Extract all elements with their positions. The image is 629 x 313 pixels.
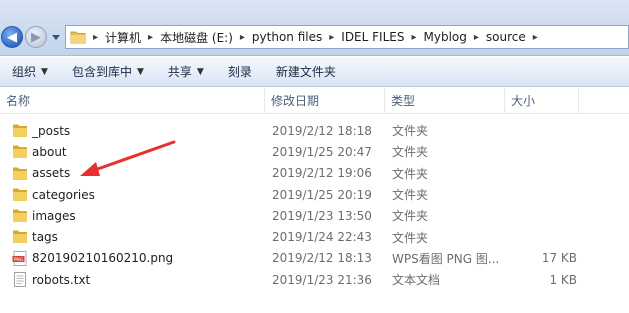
folder-icon: [13, 145, 27, 159]
png-file-icon: PNG: [12, 250, 27, 266]
file-type: WPS看图 PNG 图...: [392, 251, 500, 266]
file-type: 文件夹: [392, 166, 429, 181]
breadcrumb-python-files[interactable]: python files ▸: [248, 26, 337, 48]
folder-icon: [13, 230, 27, 244]
breadcrumb-separator-icon[interactable]: ▸: [145, 32, 156, 43]
navigation-bar: ◀ ▶ ▸ 计算机 ▸ 本地磁盘 (E:) ▸ python files ▸ I…: [0, 0, 629, 56]
file-name: robots.txt: [32, 272, 91, 287]
address-bar[interactable]: ▸ 计算机 ▸ 本地磁盘 (E:) ▸ python files ▸ IDEL …: [65, 25, 629, 49]
file-type: 文件夹: [392, 230, 429, 245]
breadcrumb-label: IDEL FILES: [341, 30, 405, 44]
burn-button[interactable]: 刻录: [216, 57, 264, 86]
column-header-row: 名称 修改日期 类型 大小: [0, 88, 629, 114]
file-size: 17 KB: [541, 251, 577, 266]
breadcrumb-separator-icon[interactable]: ▸: [90, 32, 101, 43]
recent-pages-dropdown-icon[interactable]: [51, 32, 61, 42]
file-name: assets: [32, 166, 71, 181]
file-date: 2019/2/12 18:18: [272, 123, 372, 138]
column-header-size[interactable]: 大小: [505, 88, 579, 114]
share-label: 共享: [167, 65, 192, 79]
file-list: _posts 2019/2/12 18:18 文件夹 about 2019/1/…: [0, 120, 629, 290]
file-type: 文件夹: [392, 209, 429, 224]
forward-arrow-icon: ▶: [31, 29, 41, 45]
breadcrumb-separator-icon[interactable]: ▸: [237, 32, 248, 43]
breadcrumb-myblog[interactable]: Myblog ▸: [420, 26, 482, 48]
file-name: images: [32, 208, 76, 223]
organize-label: 组织: [12, 65, 37, 79]
file-date: 2019/1/25 20:19: [272, 187, 372, 202]
file-row[interactable]: _posts 2019/2/12 18:18 文件夹: [0, 120, 629, 141]
file-date: 2019/2/12 18:13: [272, 251, 372, 266]
breadcrumb-separator-icon[interactable]: ▸: [326, 32, 337, 43]
command-bar: 组织 ▼ 包含到库中 ▼ 共享 ▼ 刻录 新建文件夹: [0, 57, 629, 87]
text-file-icon: [14, 272, 26, 287]
breadcrumb-source[interactable]: source ▸: [482, 26, 541, 48]
file-name: about: [32, 144, 67, 159]
chevron-down-icon: ▼: [41, 66, 48, 77]
column-header-name[interactable]: 名称: [0, 88, 265, 114]
file-name: 820190210160210.png: [32, 251, 174, 266]
breadcrumb-idel-files[interactable]: IDEL FILES ▸: [337, 26, 419, 48]
chevron-down-icon: ▼: [136, 66, 144, 77]
folder-icon: [13, 167, 27, 180]
file-date: 2019/1/23 21:36: [272, 272, 372, 287]
column-header-type[interactable]: 类型: [385, 88, 505, 114]
folder-icon: [13, 124, 27, 137]
include-in-library-label: 包含到库中: [71, 65, 132, 79]
breadcrumb-label: python files: [251, 30, 323, 44]
svg-text:PNG: PNG: [14, 257, 24, 263]
breadcrumb-label: 本地磁盘 (E:): [160, 30, 233, 45]
back-arrow-icon: ◀: [7, 29, 17, 45]
folder-icon: [13, 209, 27, 223]
breadcrumb-separator-icon[interactable]: ▸: [408, 32, 419, 43]
chevron-down-icon: ▼: [196, 66, 204, 77]
file-name: tags: [32, 230, 58, 245]
file-type: 文本文档: [392, 273, 441, 288]
new-folder-button[interactable]: 新建文件夹: [264, 57, 348, 86]
file-size: 1 KB: [549, 272, 577, 287]
burn-label: 刻录: [227, 65, 252, 79]
breadcrumb-separator-icon[interactable]: ▸: [471, 32, 482, 43]
file-date: 2019/1/24 22:43: [272, 230, 372, 245]
file-date: 2019/1/25 20:47: [272, 144, 372, 159]
file-row[interactable]: tags 2019/1/24 22:43 文件夹: [0, 226, 629, 247]
breadcrumb-separator-icon[interactable]: ▸: [530, 32, 541, 43]
file-row[interactable]: assets 2019/2/12 19:06 文件夹: [0, 163, 629, 184]
share-button[interactable]: 共享 ▼: [156, 57, 216, 86]
file-date: 2019/1/23 13:50: [272, 208, 372, 223]
breadcrumb-label: source: [485, 30, 526, 44]
file-type: 文件夹: [392, 124, 429, 139]
include-in-library-button[interactable]: 包含到库中 ▼: [60, 57, 156, 86]
file-row[interactable]: categories 2019/1/25 20:19 文件夹: [0, 184, 629, 205]
column-header-date-modified[interactable]: 修改日期: [265, 88, 385, 114]
breadcrumb-label: 计算机: [105, 30, 142, 45]
folder-icon: [70, 31, 86, 44]
file-name: categories: [32, 187, 95, 202]
folder-icon: [13, 188, 27, 201]
forward-button[interactable]: ▶: [25, 26, 47, 48]
file-row[interactable]: robots.txt 2019/1/23 21:36 文本文档 1 KB: [0, 269, 629, 290]
file-row[interactable]: PNG 820190210160210.png 2019/2/12 18:13 …: [0, 248, 629, 269]
file-name: _posts: [32, 123, 71, 138]
breadcrumb-computer[interactable]: 计算机 ▸: [101, 26, 156, 48]
file-row[interactable]: images 2019/1/23 13:50 文件夹: [0, 205, 629, 226]
organize-button[interactable]: 组织 ▼: [0, 57, 60, 86]
back-button[interactable]: ◀: [1, 26, 23, 48]
breadcrumb-label: Myblog: [423, 30, 467, 44]
file-type: 文件夹: [392, 145, 429, 160]
file-date: 2019/2/12 19:06: [272, 166, 372, 181]
new-folder-label: 新建文件夹: [275, 65, 336, 79]
breadcrumb-drive-e[interactable]: 本地磁盘 (E:) ▸: [156, 26, 248, 48]
file-type: 文件夹: [392, 188, 429, 203]
file-row[interactable]: about 2019/1/25 20:47 文件夹: [0, 141, 629, 162]
